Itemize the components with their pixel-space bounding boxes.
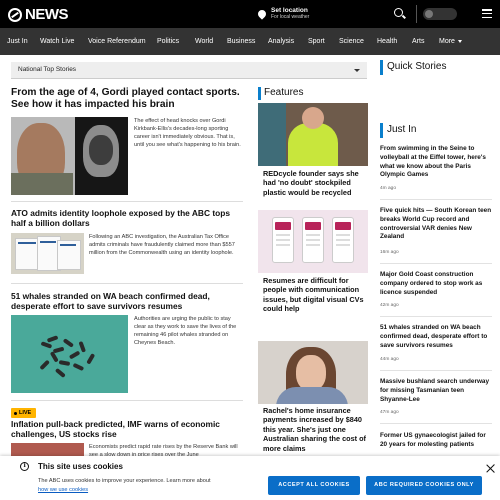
search-icon[interactable] <box>393 7 407 21</box>
nav-more-label: More <box>439 38 455 45</box>
story-divider <box>11 201 243 202</box>
features-heading: Features <box>264 87 304 98</box>
user-account-button[interactable] <box>423 8 457 20</box>
story-image-gordi[interactable] <box>11 117 128 195</box>
cookie-title: This site uses cookies <box>38 462 123 471</box>
live-dot-icon <box>14 411 17 415</box>
nav-item-watch-live[interactable]: Watch Live <box>40 28 74 55</box>
just-in-item-title[interactable]: 51 whales stranded on WA beach confirmed… <box>380 324 492 350</box>
nav-item-politics[interactable]: Politics <box>157 28 179 55</box>
story-summary-whales: Authorities are urging the public to sta… <box>134 316 237 347</box>
feature-title-resumes[interactable]: Resumes are difficult for people with co… <box>263 276 368 314</box>
chevron-down-icon <box>354 69 360 72</box>
set-location-button[interactable]: Set location For local weather <box>256 0 310 28</box>
story-title-inflation[interactable]: Inflation pull-back predicted, IMF warns… <box>11 419 246 440</box>
nav-item-sport[interactable]: Sport <box>308 28 325 55</box>
story-title-gordi[interactable]: From the age of 4, Gordi played contact … <box>11 87 246 112</box>
live-label: LIVE <box>19 409 32 416</box>
story-image-ato[interactable] <box>11 233 84 274</box>
nav-item-health[interactable]: Health <box>377 28 397 55</box>
select-value: National Top Stories <box>18 66 77 73</box>
nav-item-world[interactable]: World <box>195 28 213 55</box>
just-in-item-time: 16m ago <box>380 250 399 255</box>
cookie-description: The ABC uses cookies to improve your exp… <box>38 478 211 484</box>
story-divider <box>11 400 243 401</box>
just-in-item-time: 44m ago <box>380 357 399 362</box>
story-divider <box>11 283 243 284</box>
just-in-item-time: 47m ago <box>380 410 399 415</box>
just-in-divider <box>380 199 492 200</box>
info-icon <box>20 462 29 471</box>
logo-text: NEWS <box>25 6 69 23</box>
cookie-learn-more-link[interactable]: how we use cookies <box>38 487 88 493</box>
just-in-item-title[interactable]: Massive bushland search underway for mis… <box>380 378 492 404</box>
nav-item-science[interactable]: Science <box>339 28 364 55</box>
abc-news-logo[interactable]: NEWS <box>8 6 69 23</box>
just-in-divider <box>380 263 492 264</box>
top-stories-select[interactable]: National Top Stories <box>11 62 367 79</box>
nav-item-arts[interactable]: Arts <box>412 28 424 55</box>
cookie-text: The ABC uses cookies to improve your exp… <box>38 477 218 495</box>
just-in-item-title[interactable]: From swimming in the Seine to volleyball… <box>380 145 492 180</box>
abc-logo-icon <box>8 7 22 22</box>
nav-item-just-in[interactable]: Just In <box>7 28 28 55</box>
avatar <box>425 10 433 18</box>
just-in-item-title[interactable]: Five quick hits — South Korean teen brea… <box>380 207 492 242</box>
story-summary-gordi: The effect of head knocks over Gordi Kir… <box>134 118 241 149</box>
story-summary-ato: Following an ABC investigation, the Aust… <box>89 234 235 257</box>
nav-item-analysis[interactable]: Analysis <box>268 28 294 55</box>
nav-item-business[interactable]: Business <box>227 28 255 55</box>
just-in-heading: Just In <box>387 124 417 135</box>
story-title-whales[interactable]: 51 whales stranded on WA beach confirmed… <box>11 291 246 312</box>
just-in-item-title[interactable]: Major Gold Coast construction company or… <box>380 271 492 297</box>
location-pin-icon <box>256 8 268 20</box>
quick-stories-heading: Quick Stories <box>387 61 447 72</box>
story-title-ato[interactable]: ATO admits identity loophole exposed by … <box>11 208 246 229</box>
feature-title-insurance[interactable]: Rachel's home insurance payments increas… <box>263 406 368 453</box>
live-badge: LIVE <box>11 408 36 418</box>
close-icon[interactable] <box>486 464 495 473</box>
just-in-item-title[interactable]: Former US gynaecologist jailed for 20 ye… <box>380 432 492 450</box>
just-in-divider <box>380 316 492 317</box>
section-accent-bar <box>380 123 383 138</box>
required-cookies-only-button[interactable]: ABC REQUIRED COOKIES ONLY <box>366 476 482 495</box>
section-accent-bar <box>380 60 383 75</box>
section-accent-bar <box>258 87 261 100</box>
just-in-divider <box>380 370 492 371</box>
story-image-whales[interactable] <box>11 315 128 393</box>
header-divider <box>416 5 417 23</box>
feature-title-redcycle[interactable]: REDcycle founder says she had 'no doubt'… <box>263 169 368 197</box>
feature-image-redcycle[interactable] <box>258 103 368 166</box>
main-navigation: Just In Watch Live Voice Referendum Poli… <box>0 28 500 55</box>
just-in-divider <box>380 423 492 424</box>
location-subtitle: For local weather <box>271 14 310 21</box>
accept-all-cookies-button[interactable]: ACCEPT ALL COOKIES <box>268 476 360 495</box>
hamburger-menu-icon[interactable] <box>482 9 492 19</box>
just-in-item-time: 42m ago <box>380 303 399 308</box>
feature-image-insurance[interactable] <box>258 341 368 404</box>
nav-item-voice-referendum[interactable]: Voice Referendum <box>88 28 146 55</box>
just-in-item-time: 4m ago <box>380 186 396 191</box>
top-header: NEWS Set location For local weather <box>0 0 500 28</box>
nav-more-button[interactable]: More <box>439 28 462 55</box>
feature-image-resumes[interactable] <box>258 210 368 273</box>
chevron-down-icon <box>457 39 462 43</box>
